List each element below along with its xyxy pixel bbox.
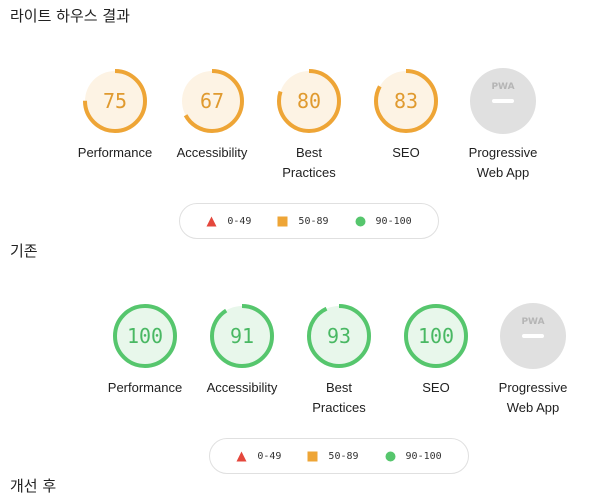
gauge-score: 75	[103, 89, 127, 113]
gauge-label: Progressive Web App	[498, 380, 568, 415]
circle-icon	[355, 216, 366, 226]
gauge-label: Performance	[77, 145, 153, 160]
legend-range: 50-89	[328, 450, 359, 462]
gauge-row-before: 75 Performance 67 Accessibility 80 Best …	[67, 68, 552, 183]
gauge-ring: 100	[113, 304, 177, 368]
legend-range: 0-49	[227, 215, 252, 227]
legend-range: 0-49	[257, 450, 282, 462]
triangle-icon	[236, 451, 247, 461]
legend-item-pass: 90-100	[385, 451, 442, 462]
gauge-label: SEO	[392, 145, 420, 160]
triangle-icon	[206, 216, 217, 226]
section-heading-before: 기존	[10, 242, 38, 260]
gauge-label: Accessibility	[206, 380, 278, 395]
gauge-best-practices[interactable]: 80 Best Practices	[261, 68, 357, 183]
pwa-badge-icon: PWA	[500, 303, 566, 369]
legend-item-average: 50-89	[277, 215, 329, 227]
gauge-score: 100	[418, 324, 454, 348]
legend-range: 90-100	[405, 450, 442, 462]
gauge-score: 91	[230, 324, 254, 348]
gauge-label: SEO	[422, 380, 450, 395]
gauge-seo[interactable]: 83 SEO	[358, 68, 454, 183]
gauge-pwa[interactable]: PWA Progressive Web App	[485, 303, 581, 418]
legend-item-fail: 0-49	[236, 451, 281, 462]
gauge-score: 100	[127, 324, 163, 348]
gauge-row-after: 100 Performance 91 Accessibility 93 Best…	[97, 303, 582, 418]
gauge-ring: 93	[307, 304, 371, 368]
square-icon	[307, 451, 318, 461]
pwa-dash-mark	[522, 334, 544, 338]
gauge-score: 93	[327, 324, 351, 348]
pwa-dash-mark	[492, 99, 514, 103]
gauge-ring: 83	[374, 69, 438, 133]
gauge-label: Best Practices	[282, 145, 336, 180]
gauge-label: Progressive Web App	[468, 145, 538, 180]
gauge-accessibility[interactable]: 91 Accessibility	[194, 303, 290, 418]
pwa-badge-text: PWA	[491, 82, 514, 92]
gauge-performance[interactable]: 100 Performance	[97, 303, 193, 418]
legend-range: 50-89	[298, 215, 329, 227]
gauge-ring: 91	[210, 304, 274, 368]
section-heading-after: 개선 후	[10, 477, 57, 495]
gauge-accessibility[interactable]: 67 Accessibility	[164, 68, 260, 183]
gauge-label: Performance	[107, 380, 183, 395]
legend-item-pass: 90-100	[355, 216, 412, 227]
legend-range: 90-100	[375, 215, 412, 227]
gauge-best-practices[interactable]: 93 Best Practices	[291, 303, 387, 418]
gauge-performance[interactable]: 75 Performance	[67, 68, 163, 183]
gauge-ring: 100	[404, 304, 468, 368]
pwa-badge-text: PWA	[521, 317, 544, 327]
score-legend: 0-49 50-89 90-100	[209, 438, 469, 474]
legend-item-fail: 0-49	[206, 216, 251, 227]
gauge-pwa[interactable]: PWA Progressive Web App	[455, 68, 551, 183]
section-heading-lighthouse-results: 라이트 하우스 결과	[10, 7, 130, 25]
gauge-seo[interactable]: 100 SEO	[388, 303, 484, 418]
gauge-score: 80	[297, 89, 321, 113]
gauge-ring: 75	[83, 69, 147, 133]
legend-item-average: 50-89	[307, 450, 359, 462]
gauge-score: 67	[200, 89, 224, 113]
gauge-ring: 80	[277, 69, 341, 133]
score-legend: 0-49 50-89 90-100	[179, 203, 439, 239]
gauge-score: 83	[394, 89, 418, 113]
pwa-badge-icon: PWA	[470, 68, 536, 134]
square-icon	[277, 216, 288, 226]
gauge-ring: 67	[180, 69, 244, 133]
gauge-label: Accessibility	[176, 145, 248, 160]
circle-icon	[385, 451, 396, 461]
gauge-label: Best Practices	[312, 380, 366, 415]
